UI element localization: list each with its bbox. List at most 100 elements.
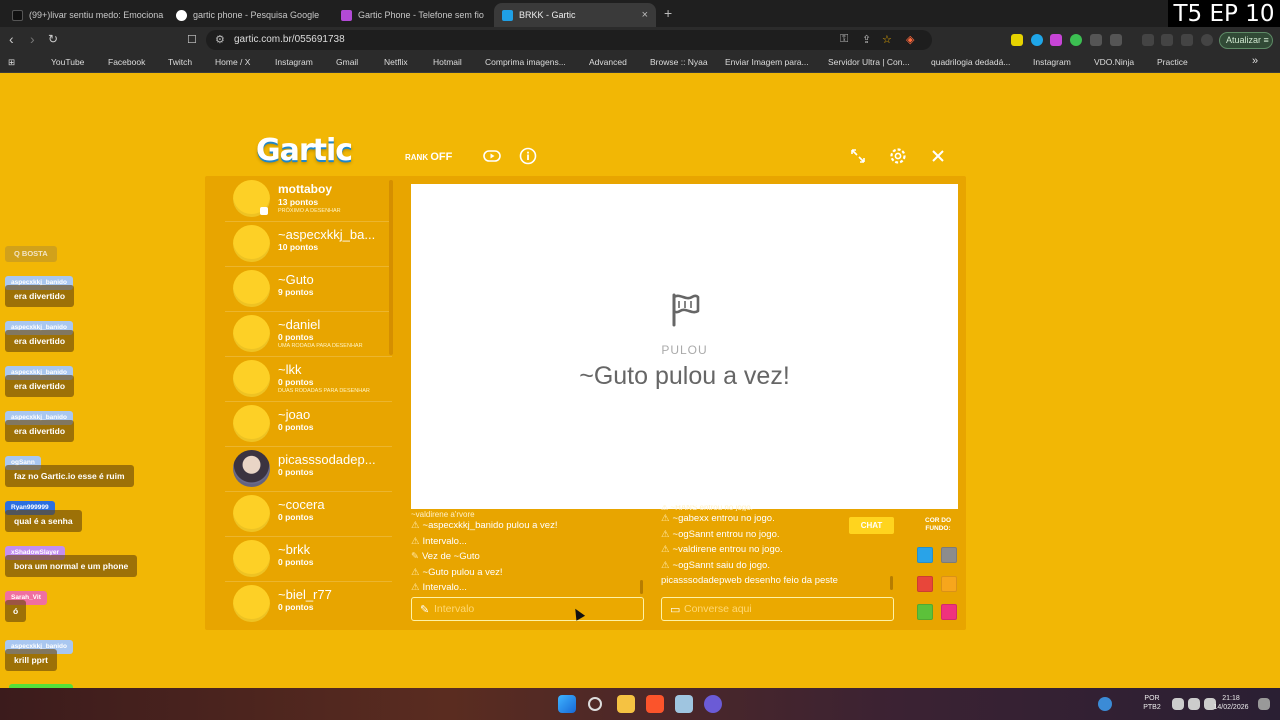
site-info-icon[interactable]: ⚙ bbox=[215, 33, 225, 46]
chat-scrollbar[interactable] bbox=[890, 576, 893, 590]
player-item[interactable]: ~Guto 9 pontos bbox=[225, 267, 392, 312]
apps-grid-icon[interactable]: ⊞ bbox=[8, 57, 15, 68]
bookmark-instagram[interactable]: Instagram bbox=[262, 57, 313, 67]
notifications-icon[interactable] bbox=[1258, 698, 1270, 710]
answers-scrollbar[interactable] bbox=[640, 580, 643, 594]
bookmark-nyaa[interactable]: Browse :: Nyaa bbox=[637, 57, 708, 67]
brave-shield-icon[interactable]: ◈ bbox=[906, 33, 914, 46]
bookmark-youtube[interactable]: YouTube bbox=[38, 57, 84, 67]
extension-icon[interactable] bbox=[1031, 34, 1043, 46]
browser-tab-active[interactable]: BRKK - Gartic × bbox=[494, 3, 656, 27]
bg-color-swatch-green[interactable] bbox=[917, 604, 933, 620]
player-item[interactable]: ~biel_r77 0 pontos bbox=[225, 582, 392, 627]
bg-color-swatch-orange[interactable] bbox=[941, 576, 957, 592]
bookmark-twitch[interactable]: Twitch bbox=[155, 57, 192, 67]
app-icon[interactable] bbox=[675, 695, 693, 713]
expand-icon[interactable] bbox=[848, 146, 868, 166]
tray-app-icon[interactable] bbox=[1098, 697, 1112, 711]
player-item[interactable]: picasssodadep... 0 pontos bbox=[225, 447, 392, 492]
bg-color-swatch-gray[interactable] bbox=[941, 547, 957, 563]
bookmark-netflix[interactable]: Netflix bbox=[371, 57, 408, 67]
bookmark-vdo-ninja[interactable]: VDO.Ninja bbox=[1081, 57, 1134, 67]
bookmark-practice[interactable]: Practice bbox=[1144, 57, 1188, 67]
reload-icon[interactable]: ↻ bbox=[48, 32, 58, 46]
bookmark-facebook[interactable]: Facebook bbox=[95, 57, 145, 67]
bookmark-servidor[interactable]: Servidor Ultra | Con... bbox=[815, 57, 910, 67]
bookmark-comprima[interactable]: Comprima imagens... bbox=[472, 57, 566, 67]
vpn-icon[interactable] bbox=[1201, 34, 1213, 46]
media-icon[interactable] bbox=[1142, 34, 1154, 46]
bookmark-quadrilogia[interactable]: quadrilogia dedadá... bbox=[918, 57, 1010, 67]
extension-icon[interactable] bbox=[1011, 34, 1023, 46]
log-line: ⚠ Intervalo... bbox=[411, 582, 467, 593]
player-points: 0 pontos bbox=[278, 557, 314, 567]
tiktok-icon bbox=[12, 9, 23, 21]
info-icon[interactable] bbox=[518, 146, 538, 166]
file-explorer-icon[interactable] bbox=[617, 695, 635, 713]
search-icon[interactable] bbox=[588, 697, 602, 711]
chat-input[interactable] bbox=[684, 600, 884, 618]
extensions-puzzle-icon[interactable] bbox=[1090, 34, 1102, 46]
share-icon[interactable]: ⇪ bbox=[862, 33, 871, 46]
chat-tab[interactable]: CHAT bbox=[849, 517, 894, 534]
close-tab-icon[interactable]: × bbox=[642, 9, 648, 21]
player-list-scrollbar[interactable] bbox=[389, 180, 393, 355]
player-item[interactable]: ~joao 0 pontos bbox=[225, 402, 392, 447]
player-item[interactable]: ~cocera 0 pontos bbox=[225, 492, 392, 537]
answer-field[interactable]: ✎ bbox=[411, 597, 644, 621]
forward-icon[interactable]: › bbox=[30, 31, 35, 47]
address-bar[interactable]: ⚙ gartic.com.br/055691738 ⚿ ⇪ ☆ ◈ bbox=[206, 30, 932, 50]
player-points: 0 pontos bbox=[278, 332, 314, 342]
password-key-icon[interactable]: ⚿ bbox=[840, 33, 848, 46]
settings-gear-icon[interactable] bbox=[888, 146, 908, 166]
rank-value: OFF bbox=[430, 151, 453, 163]
player-item[interactable]: ~aspecxkkj_ba... 10 pontos bbox=[225, 222, 392, 267]
star-icon[interactable]: ☆ bbox=[882, 33, 892, 46]
brave-browser-icon[interactable] bbox=[646, 695, 664, 713]
extension-icon[interactable] bbox=[1070, 34, 1082, 46]
bg-color-swatch-blue[interactable] bbox=[917, 547, 933, 563]
player-name: ~cocera bbox=[278, 497, 325, 512]
bookmark-gmail[interactable]: Gmail bbox=[323, 57, 358, 67]
reading-list-icon[interactable] bbox=[1161, 34, 1173, 46]
browser-tab[interactable]: gartic phone - Pesquisa Google bbox=[168, 3, 333, 27]
bookmark-advanced[interactable]: Advanced bbox=[576, 57, 627, 67]
extension-icon[interactable] bbox=[1050, 34, 1062, 46]
bookmark-x[interactable]: Home / X bbox=[202, 57, 250, 67]
player-item[interactable]: ~lkk 0 pontos DUAS RODADAS PARA DESENHAR bbox=[225, 357, 392, 402]
twitch-icon bbox=[155, 58, 164, 67]
wifi-icon[interactable] bbox=[1172, 698, 1184, 710]
player-item[interactable]: mottaboy 13 pontos PRÓXIMO A DESENHAR bbox=[225, 177, 392, 222]
close-icon[interactable] bbox=[928, 146, 948, 166]
drawing-canvas[interactable]: PULOU ~Guto pulou a vez! bbox=[411, 184, 958, 509]
more-bookmarks-icon[interactable]: » bbox=[1252, 55, 1258, 67]
answer-input[interactable] bbox=[434, 600, 634, 618]
windows-start-icon[interactable] bbox=[558, 695, 576, 713]
upload-image-icon bbox=[712, 58, 721, 67]
clock-time: 21:18 bbox=[1222, 695, 1240, 702]
bookmark-label: Browse :: Nyaa bbox=[650, 57, 708, 67]
player-item[interactable]: ~brkk 0 pontos bbox=[225, 537, 392, 582]
bookmark-instagram[interactable]: Instagram bbox=[1020, 57, 1071, 67]
language-indicator[interactable]: POR PTB2 bbox=[1140, 694, 1164, 712]
new-tab-button[interactable]: + bbox=[664, 5, 672, 21]
bookmark-enviar[interactable]: Enviar Imagem para... bbox=[712, 57, 809, 67]
update-button[interactable]: Atualizar ≡ bbox=[1219, 32, 1273, 49]
bookmark-icon[interactable]: ☐ bbox=[187, 33, 197, 46]
player-item[interactable]: ~daniel 0 pontos UMA RODADA PARA DESENHA… bbox=[225, 312, 392, 357]
clock[interactable]: 21:18 14/02/2026 bbox=[1208, 694, 1254, 712]
bookmark-hotmail[interactable]: Hotmail bbox=[420, 57, 462, 67]
stream-chat-text: krill pprt bbox=[5, 649, 58, 671]
status-message: ~Guto pulou a vez! bbox=[579, 362, 790, 390]
chat-field[interactable]: ▭ bbox=[661, 597, 894, 621]
bg-color-swatch-pink[interactable] bbox=[941, 604, 957, 620]
sidebar-icon[interactable] bbox=[1110, 34, 1122, 46]
browser-tab[interactable]: (99+)livar sentiu medo: Emocionante bbox=[4, 3, 164, 27]
bg-color-swatch-red[interactable] bbox=[917, 576, 933, 592]
volume-icon[interactable] bbox=[1188, 698, 1200, 710]
browser-tab[interactable]: Gartic Phone - Telefone sem fio bbox=[333, 3, 493, 27]
discord-icon[interactable] bbox=[704, 695, 722, 713]
video-icon[interactable] bbox=[482, 146, 502, 166]
back-icon[interactable]: ‹ bbox=[9, 31, 14, 47]
downloads-icon[interactable] bbox=[1181, 34, 1193, 46]
